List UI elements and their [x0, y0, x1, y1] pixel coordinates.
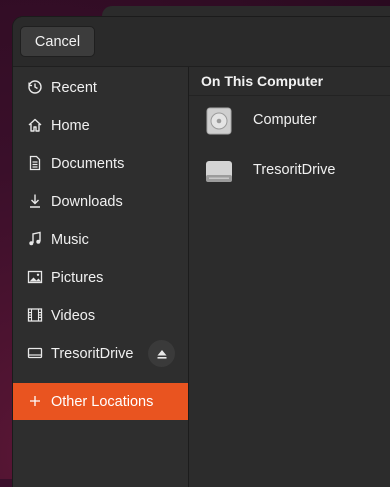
sidebar-item-music[interactable]: Music	[13, 221, 188, 258]
sidebar-item-videos[interactable]: Videos	[13, 297, 188, 334]
picture-icon	[27, 269, 43, 285]
sidebar-item-pictures[interactable]: Pictures	[13, 259, 188, 296]
drive-icon	[204, 156, 234, 186]
sidebar-item-label: Documents	[51, 155, 125, 172]
home-icon	[27, 117, 43, 133]
plus-icon	[27, 393, 43, 409]
sidebar-item-documents[interactable]: Documents	[13, 145, 188, 182]
sidebar-item-tresoritdrive[interactable]: TresoritDrive	[13, 335, 188, 372]
film-icon	[27, 307, 43, 323]
sidebar-item-label: Recent	[51, 79, 97, 96]
sidebar-item-other-locations[interactable]: Other Locations	[13, 383, 188, 420]
location-label: Computer	[253, 112, 317, 128]
sidebar-item-recent[interactable]: Recent	[13, 69, 188, 106]
location-row-computer[interactable]: Computer	[189, 96, 390, 146]
sidebar-item-home[interactable]: Home	[13, 107, 188, 144]
clock-icon	[27, 79, 43, 95]
sidebar-item-label: Home	[51, 117, 90, 134]
sidebar-item-label: Music	[51, 231, 89, 248]
sidebar-item-downloads[interactable]: Downloads	[13, 183, 188, 220]
disk-icon	[204, 106, 234, 136]
sidebar-item-label: Pictures	[51, 269, 104, 286]
cancel-button[interactable]: Cancel	[20, 26, 95, 57]
sidebar-item-label: TresoritDrive	[51, 345, 134, 362]
section-title: On This Computer	[201, 73, 324, 89]
location-label: TresoritDrive	[253, 162, 336, 178]
places-sidebar: Recent Home Documents Downloads Music Pi…	[13, 67, 189, 487]
download-icon	[27, 193, 43, 209]
eject-icon	[157, 349, 166, 359]
locations-view: On This Computer Computer TresoritDrive	[189, 67, 390, 487]
sidebar-item-label: Downloads	[51, 193, 123, 210]
eject-button[interactable]	[148, 340, 175, 367]
document-icon	[27, 155, 43, 171]
dialog-header: Cancel	[13, 17, 390, 67]
file-chooser-dialog: Cancel Recent Home Documents Downloads M…	[13, 17, 390, 487]
location-row-tresoritdrive[interactable]: TresoritDrive	[189, 146, 390, 196]
drive-icon	[27, 345, 43, 361]
sidebar-item-label: Videos	[51, 307, 96, 324]
sidebar-item-label: Other Locations	[51, 393, 154, 410]
music-note-icon	[27, 231, 43, 247]
